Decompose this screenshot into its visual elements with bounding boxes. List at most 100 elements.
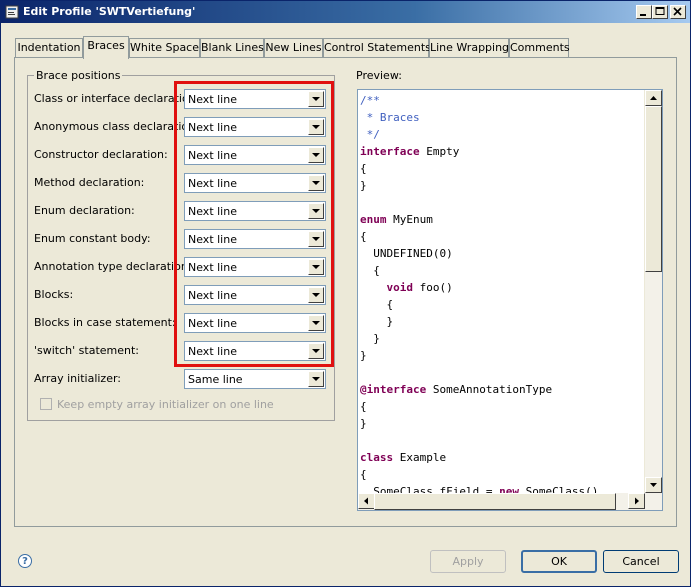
- chevron-down-icon: [312, 153, 320, 157]
- code-token: class: [360, 451, 394, 464]
- code-line: @interface SomeAnnotationType: [360, 381, 552, 398]
- dropdown-arrow-button[interactable]: [308, 119, 324, 135]
- preview-code: /** * Braces */ interface Empty {} enum MyE…: [360, 92, 644, 495]
- code-token: {: [360, 264, 380, 277]
- code-line: }: [360, 415, 367, 432]
- tab-label: Blank Lines: [201, 41, 264, 54]
- option-label: Class or interface declaration:: [34, 92, 200, 105]
- preview-editor[interactable]: /** * Braces */ interface Empty {} enum MyE…: [357, 89, 663, 511]
- dropdown-arrow-button[interactable]: [308, 371, 324, 387]
- tab-line-wrapping[interactable]: Line Wrapping: [429, 38, 509, 57]
- code-token: }: [360, 179, 367, 192]
- brace-position-dropdown[interactable]: Next line: [184, 341, 326, 361]
- option-label: Enum constant body:: [34, 232, 151, 245]
- dropdown-arrow-button[interactable]: [308, 203, 324, 219]
- dropdown-arrow-button[interactable]: [308, 147, 324, 163]
- code-token: SomeAnnotationType: [426, 383, 553, 396]
- code-line: }: [360, 347, 367, 364]
- chevron-down-icon: [312, 321, 320, 325]
- scroll-down-button[interactable]: [645, 477, 662, 493]
- code-token: Empty: [419, 145, 460, 158]
- brace-position-dropdown[interactable]: Next line: [184, 257, 326, 277]
- code-line: enum MyEnum: [360, 211, 433, 228]
- brace-position-dropdown[interactable]: Next line: [184, 89, 326, 109]
- chevron-down-icon: [312, 125, 320, 129]
- dropdown-arrow-button[interactable]: [308, 343, 324, 359]
- brace-position-dropdown[interactable]: Next line: [184, 229, 326, 249]
- chevron-down-icon: [312, 237, 320, 241]
- tab-braces[interactable]: Braces: [83, 36, 129, 59]
- horizontal-scroll-thumb[interactable]: [374, 493, 616, 510]
- minimize-button[interactable]: [636, 5, 652, 19]
- dropdown-arrow-button[interactable]: [308, 231, 324, 247]
- scroll-up-button[interactable]: [645, 90, 662, 106]
- code-token: foo(): [413, 281, 453, 294]
- dropdown-value: Next line: [188, 261, 237, 274]
- window-title: Edit Profile 'SWTVertiefung': [23, 5, 196, 18]
- code-token: /**: [360, 94, 380, 107]
- keep-empty-checkbox[interactable]: [40, 398, 52, 410]
- tab-control-statements[interactable]: Control Statements: [323, 38, 431, 57]
- preview-label: Preview:: [356, 69, 402, 82]
- dropdown-arrow-button[interactable]: [308, 315, 324, 331]
- code-line: void foo(): [360, 279, 453, 296]
- code-line: {: [360, 466, 367, 483]
- group-title: Brace positions: [34, 69, 123, 82]
- tab-new-lines[interactable]: New Lines: [264, 38, 323, 57]
- option-label: 'switch' statement:: [34, 344, 139, 357]
- code-line: * Braces: [360, 109, 420, 126]
- option-label: Constructor declaration:: [34, 148, 168, 161]
- chevron-down-icon: [312, 97, 320, 101]
- title-bar[interactable]: Edit Profile 'SWTVertiefung': [1, 1, 690, 23]
- code-token: }: [360, 315, 394, 328]
- code-line: {: [360, 296, 393, 313]
- arrow-right-icon: [635, 497, 639, 505]
- tab-blank-lines[interactable]: Blank Lines: [200, 38, 264, 57]
- brace-position-dropdown[interactable]: Next line: [184, 145, 326, 165]
- code-line: */: [360, 126, 380, 143]
- option-label: Blocks:: [34, 288, 74, 301]
- option-label: Blocks in case statement:: [34, 316, 176, 329]
- code-token: UNDEFINED(0): [360, 247, 453, 260]
- tab-indentation[interactable]: Indentation: [15, 38, 83, 57]
- brace-position-dropdown[interactable]: Same line: [184, 369, 326, 389]
- apply-button[interactable]: Apply: [430, 550, 506, 573]
- code-token: {: [360, 230, 367, 243]
- dropdown-value: Next line: [188, 93, 237, 106]
- code-token: void: [386, 281, 414, 294]
- scroll-left-button[interactable]: [358, 493, 375, 509]
- horizontal-scrollbar[interactable]: [358, 493, 662, 510]
- tab-label: Line Wrapping: [430, 41, 510, 54]
- tab-white-space[interactable]: White Space: [129, 38, 200, 57]
- dropdown-value: Same line: [188, 373, 243, 386]
- brace-position-dropdown[interactable]: Next line: [184, 173, 326, 193]
- chevron-down-icon: [312, 293, 320, 297]
- brace-position-dropdown[interactable]: Next line: [184, 117, 326, 137]
- dropdown-arrow-button[interactable]: [308, 91, 324, 107]
- brace-position-dropdown[interactable]: Next line: [184, 313, 326, 333]
- code-line: UNDEFINED(0): [360, 245, 453, 262]
- help-icon[interactable]: ?: [18, 554, 32, 568]
- code-token: Example: [393, 451, 447, 464]
- minimize-icon: [640, 14, 646, 16]
- brace-position-dropdown[interactable]: Next line: [184, 201, 326, 221]
- close-button[interactable]: [670, 5, 686, 19]
- scroll-right-button[interactable]: [628, 493, 645, 509]
- maximize-icon: [655, 7, 665, 15]
- vertical-scrollbar[interactable]: [644, 90, 662, 493]
- dropdown-arrow-button[interactable]: [308, 259, 324, 275]
- dropdown-arrow-button[interactable]: [308, 175, 324, 191]
- maximize-button[interactable]: [652, 5, 668, 19]
- dropdown-arrow-button[interactable]: [308, 287, 324, 303]
- option-label: Method declaration:: [34, 176, 145, 189]
- close-icon: [673, 7, 682, 16]
- ok-button[interactable]: OK: [521, 550, 597, 573]
- scroll-thumb[interactable]: [645, 106, 662, 272]
- brace-position-dropdown[interactable]: Next line: [184, 285, 326, 305]
- cancel-button[interactable]: Cancel: [603, 550, 679, 573]
- code-token: {: [360, 468, 367, 481]
- chevron-down-icon: [312, 349, 320, 353]
- dropdown-value: Next line: [188, 121, 237, 134]
- tab-comments[interactable]: Comments: [509, 38, 570, 57]
